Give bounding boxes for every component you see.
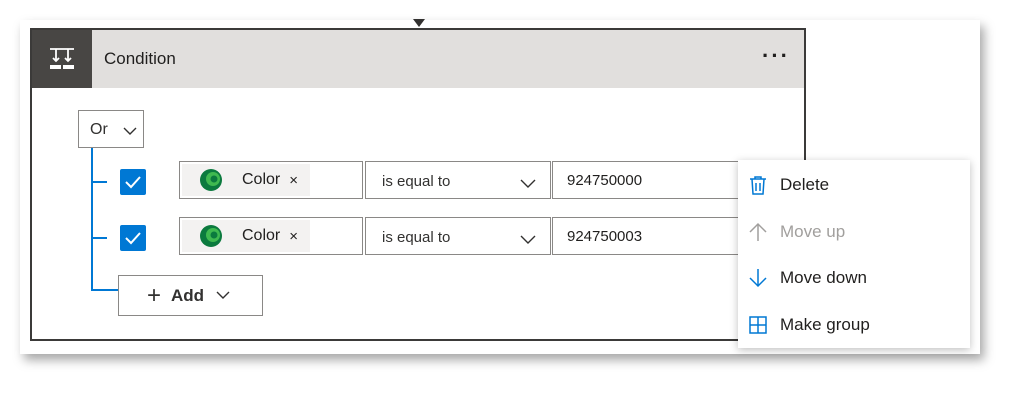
comparison-operator-value: is equal to (382, 173, 451, 190)
remove-token-button[interactable]: × (289, 172, 298, 189)
row-checkbox[interactable] (120, 169, 146, 195)
chevron-down-icon (123, 123, 137, 141)
condition-card: Condition ··· Or Color × is equal to 924… (30, 28, 806, 341)
row-context-menu: Delete Move up Move down Make group (738, 160, 970, 348)
group-operator-value: Or (90, 121, 108, 138)
menu-item-move-up[interactable]: Move up (738, 209, 970, 255)
trash-icon (747, 174, 769, 196)
group-operator-dropdown[interactable]: Or (78, 110, 144, 148)
dataverse-icon (200, 169, 222, 191)
right-operand-input[interactable] (552, 161, 742, 199)
tree-line (91, 148, 93, 289)
tree-branch (91, 237, 107, 239)
chevron-down-icon (216, 287, 230, 305)
plus-icon: + (147, 281, 162, 309)
token-label: Color (242, 227, 281, 244)
menu-item-label: Make group (780, 315, 870, 334)
condition-title: Condition (104, 49, 176, 68)
row-checkbox[interactable] (120, 225, 146, 251)
left-operand-field[interactable]: Color × (179, 217, 363, 255)
condition-header[interactable]: Condition ··· (32, 30, 804, 88)
right-operand-input[interactable] (552, 217, 742, 255)
comparison-operator-dropdown[interactable]: is equal to (365, 217, 551, 255)
arrow-up-icon (747, 221, 769, 243)
grid-icon (747, 314, 769, 336)
left-operand-field[interactable]: Color × (179, 161, 363, 199)
tree-branch (91, 289, 119, 291)
more-options-button[interactable]: ··· (762, 30, 790, 88)
tree-branch (91, 181, 107, 183)
menu-item-delete[interactable]: Delete (738, 162, 970, 208)
menu-item-label: Delete (780, 175, 830, 194)
menu-item-make-group[interactable]: Make group (738, 302, 970, 348)
dynamic-content-token[interactable]: Color × (182, 220, 310, 252)
dynamic-content-token[interactable]: Color × (182, 164, 310, 196)
comparison-operator-value: is equal to (382, 229, 451, 246)
add-button[interactable]: + Add (118, 275, 263, 316)
condition-icon (32, 30, 92, 88)
remove-token-button[interactable]: × (289, 228, 298, 245)
menu-item-label: Move down (780, 268, 867, 287)
connector-arrow-icon (413, 19, 425, 27)
comparison-operator-dropdown[interactable]: is equal to (365, 161, 551, 199)
add-label: Add (171, 285, 205, 305)
token-label: Color (242, 171, 281, 188)
arrow-down-icon (747, 267, 769, 289)
chevron-down-icon (520, 231, 536, 249)
menu-item-move-down[interactable]: Move down (738, 255, 970, 301)
menu-item-label: Move up (780, 222, 846, 241)
chevron-down-icon (520, 175, 536, 193)
dataverse-icon (200, 225, 222, 247)
